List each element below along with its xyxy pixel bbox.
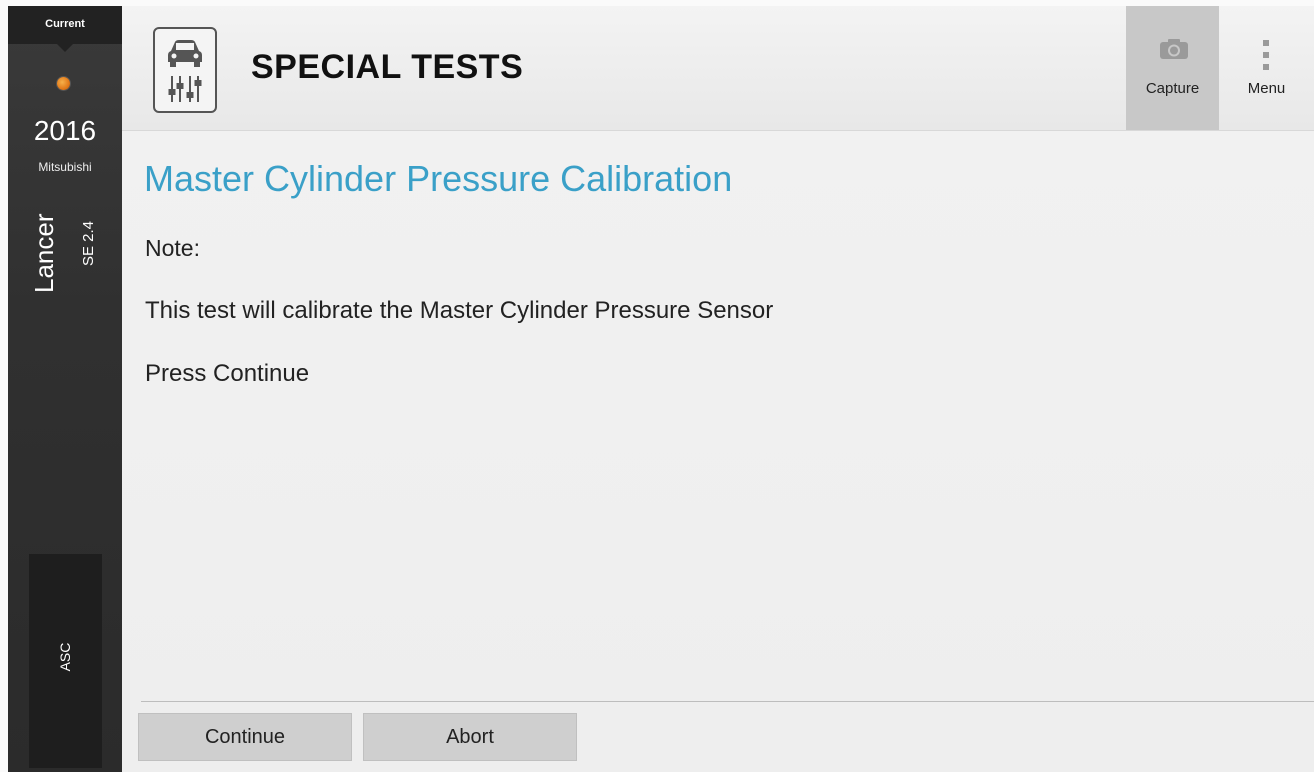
instruction-text: Press Continue: [145, 360, 310, 387]
footer-divider: [141, 701, 1314, 702]
car-special-tests-icon: [153, 27, 217, 113]
abort-button[interactable]: Abort: [363, 713, 577, 761]
status-dot-icon: [57, 77, 70, 90]
vertical-dots-icon: [1263, 40, 1269, 70]
vehicle-trim: SE 2.4: [80, 220, 97, 266]
menu-label: Menu: [1247, 80, 1286, 97]
vehicle-make: Mitsubishi: [38, 160, 92, 174]
note-label: Note:: [145, 235, 200, 261]
module-tab-asc[interactable]: ASC: [29, 554, 102, 768]
section-title: Master Cylinder Pressure Calibration: [144, 158, 733, 199]
page-title: SPECIAL TESTS: [251, 48, 524, 86]
vehicle-model: Lancer: [29, 213, 59, 294]
continue-button[interactable]: Continue: [138, 713, 352, 761]
current-vehicle-tab[interactable]: Current: [8, 6, 122, 52]
capture-button[interactable]: Capture: [1126, 6, 1219, 130]
header-bar: SPECIAL TESTS Capture Menu: [122, 6, 1314, 131]
vehicle-sidebar: Current 2016 Mitsubishi Lancer SE 2.4 AS…: [8, 6, 122, 772]
capture-label: Capture: [1145, 80, 1200, 97]
vehicle-year: 2016: [33, 115, 97, 146]
app-frame: Current 2016 Mitsubishi Lancer SE 2.4 AS…: [0, 0, 1314, 772]
current-label: Current: [45, 18, 85, 30]
test-description: This test will calibrate the Master Cyli…: [145, 297, 774, 324]
menu-button[interactable]: Menu: [1219, 6, 1314, 130]
main-content: Master Cylinder Pressure Calibration Not…: [122, 131, 1314, 772]
camera-icon: [1160, 39, 1188, 59]
module-label: ASC: [57, 642, 73, 672]
